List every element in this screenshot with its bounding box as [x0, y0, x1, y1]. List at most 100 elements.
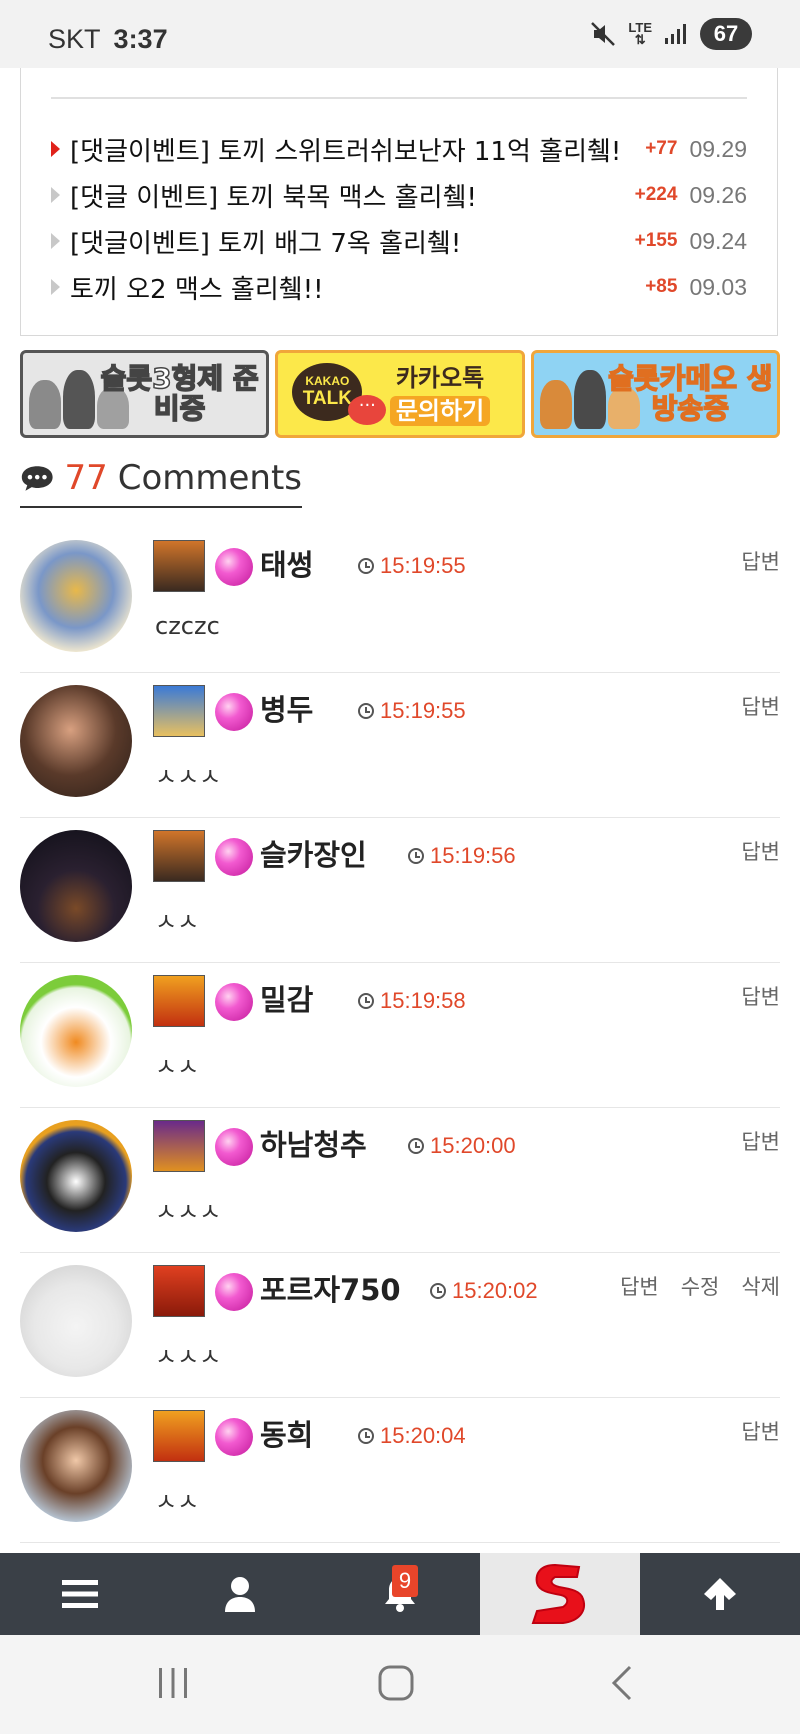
comment-timestamp: 15:19:55 [380, 553, 466, 578]
comment-text: ㅅㅅ [155, 1488, 200, 1516]
comment-author[interactable]: 동희 [260, 1412, 313, 1454]
comment-actions: 답변 수정 삭제 [620, 1271, 780, 1301]
clock-icon [358, 558, 374, 574]
comment-item: 슬카장인 15:19:56 답변 ㅅㅅ [20, 818, 780, 963]
back-chevron-icon [611, 1665, 632, 1701]
level-badge-icon [153, 1410, 205, 1462]
avatar[interactable] [20, 685, 132, 797]
profile-button[interactable] [160, 1553, 320, 1635]
gem-icon [215, 548, 253, 586]
notice-item[interactable]: [댓글이벤트] 토끼 스위트러쉬보난자 11억 홀리췤! +77 09.29 [51, 126, 747, 172]
slot-cameo-banner[interactable]: 슬롯카메오 생방송중 [530, 350, 780, 438]
site-logo-button[interactable] [480, 1553, 640, 1635]
comment-time: 15:20:00 [408, 1133, 516, 1159]
reply-button[interactable]: 답변 [741, 836, 780, 866]
back-button[interactable] [592, 1661, 652, 1705]
notice-item[interactable]: [댓글 이벤트] 토끼 북목 맥스 홀리췤! +224 09.26 [51, 172, 747, 218]
comment-author[interactable]: 슬카장인 [260, 832, 367, 874]
banner-text: 슬롯카메오 생방송중 [607, 362, 773, 425]
comment-author[interactable]: 병두 [260, 687, 313, 729]
network-type: LTE [628, 20, 652, 35]
reply-button[interactable]: 답변 [741, 981, 780, 1011]
hamburger-menu-icon [62, 1580, 98, 1608]
comment-time: 15:19:55 [358, 698, 466, 724]
recent-apps-icon [159, 1668, 187, 1698]
menu-button[interactable] [0, 1553, 160, 1635]
comment-item: 밀감 15:19:58 답변 ㅅㅅ [20, 963, 780, 1108]
recent-apps-button[interactable] [143, 1661, 203, 1705]
system-navigation-bar [0, 1635, 800, 1734]
notifications-button[interactable]: 9 [320, 1553, 480, 1635]
clock-icon [358, 1428, 374, 1444]
comment-item: 동희 15:20:04 답변 ㅅㅅ [20, 1398, 780, 1543]
notice-comment-count: +155 [634, 230, 678, 251]
home-button[interactable] [366, 1661, 426, 1705]
comment-author[interactable]: 포르자750 [260, 1267, 401, 1309]
comment-actions: 답변 [741, 546, 780, 576]
banner-text: 슬롯3형제 준비중 [100, 362, 260, 425]
clock-icon [430, 1283, 446, 1299]
reply-button[interactable]: 답변 [741, 691, 780, 721]
avatar[interactable] [20, 830, 132, 942]
comment-time: 15:20:02 [430, 1278, 538, 1304]
scroll-top-button[interactable] [640, 1553, 800, 1635]
reply-button[interactable]: 답변 [741, 546, 780, 576]
lte-icon: LTE ⇅ [628, 20, 652, 47]
level-badge-icon [153, 975, 205, 1027]
comment-text: czczc [155, 612, 220, 640]
comment-author[interactable]: 밀감 [260, 977, 313, 1019]
comment-time: 15:19:58 [358, 988, 466, 1014]
level-badge-icon [153, 685, 205, 737]
notice-item[interactable]: 토끼 오2 맥스 홀리췤!! +85 09.03 [51, 264, 747, 310]
gem-icon [215, 1273, 253, 1311]
comment-author[interactable]: 태썽 [260, 542, 313, 584]
notice-title: [댓글이벤트] 토끼 스위트러쉬보난자 11억 홀리췤! [70, 136, 622, 167]
comment-actions: 답변 [741, 981, 780, 1011]
edit-button[interactable]: 수정 [681, 1271, 720, 1301]
banner-text: 카카오톡 문의하기 [310, 363, 491, 426]
battery-indicator: 67 [700, 18, 756, 50]
avatar[interactable] [20, 540, 132, 652]
delete-button[interactable]: 삭제 [741, 1271, 780, 1301]
level-badge-icon [153, 830, 205, 882]
clock-icon [358, 993, 374, 1009]
arrow-right-icon [51, 233, 60, 249]
notice-item[interactable]: [댓글이벤트] 토끼 배그 7옥 홀리췤! +155 09.24 [51, 218, 747, 264]
comment-text: ㅅㅅㅅ [155, 1198, 222, 1226]
notice-comment-count: +224 [634, 184, 678, 205]
reply-button[interactable]: 답변 [741, 1126, 780, 1156]
banner-row: 슬롯3형제 준비중 KAKAO TALK ··· 카카오톡 문의하기 슬롯카메오… [20, 350, 780, 438]
kakao-banner-title: 카카오톡 [395, 363, 485, 392]
comment-text: ㅅㅅ [155, 908, 200, 936]
comment-item: 병두 15:19:55 답변 ㅅㅅㅅ [20, 673, 780, 818]
avatar[interactable] [20, 975, 132, 1087]
notice-title: [댓글 이벤트] 토끼 북목 맥스 홀리췤! [70, 182, 477, 213]
comment-actions: 답변 [741, 1126, 780, 1156]
notice-title: [댓글이벤트] 토끼 배그 7옥 홀리췤! [70, 228, 462, 259]
notice-box: [댓글이벤트] 토끼 스위트러쉬보난자 11억 홀리췤! +77 09.29 [… [20, 68, 778, 336]
speech-bubble-icon [21, 466, 53, 491]
comment-actions: 답변 [741, 1416, 780, 1446]
notice-title: 토끼 오2 맥스 홀리췤!! [70, 274, 324, 305]
reply-button[interactable]: 답변 [620, 1271, 659, 1301]
avatar[interactable] [20, 1120, 132, 1232]
level-badge-icon [153, 1265, 205, 1317]
avatar[interactable] [20, 1410, 132, 1522]
notice-divider [51, 97, 747, 99]
gem-icon [215, 693, 253, 731]
gem-icon [215, 1418, 253, 1456]
comment-timestamp: 15:20:04 [380, 1423, 466, 1448]
status-bar: SKT 3:37 LTE ⇅ 67 [0, 0, 800, 68]
notice-date: 09.26 [689, 181, 747, 208]
kakao-inquiry-banner[interactable]: KAKAO TALK ··· 카카오톡 문의하기 [275, 350, 525, 438]
comment-author[interactable]: 하남청추 [260, 1122, 367, 1164]
slot-brothers-banner[interactable]: 슬롯3형제 준비중 [20, 350, 270, 438]
arrow-up-icon [704, 1578, 736, 1610]
kakao-banner-sub: 문의하기 [389, 395, 491, 426]
reply-button[interactable]: 답변 [741, 1416, 780, 1446]
level-badge-icon [153, 540, 205, 592]
notice-date: 09.29 [689, 135, 747, 162]
comment-timestamp: 15:20:00 [430, 1133, 516, 1158]
avatar[interactable] [20, 1265, 132, 1377]
status-icons: LTE ⇅ 67 [590, 18, 756, 50]
